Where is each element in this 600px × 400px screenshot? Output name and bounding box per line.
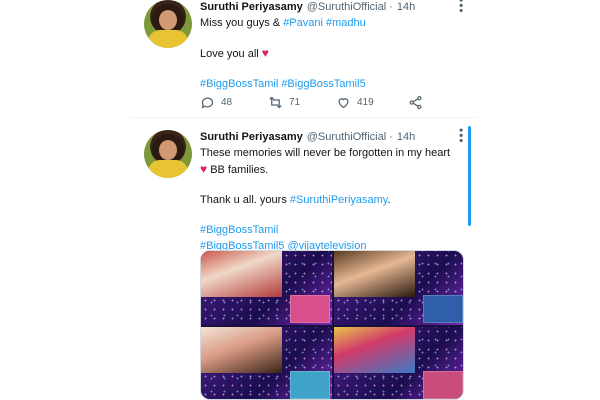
avatar[interactable] [144,0,192,48]
hashtag-link[interactable]: #Pavani [283,17,323,29]
display-name[interactable]: Suruthi Periyasamy [200,0,303,14]
share-button[interactable] [408,95,429,110]
hashtag-link[interactable]: #SuruthiPeriyasamy [290,194,388,206]
user-handle[interactable]: @SuruthiOfficial [307,0,386,14]
more-icon[interactable]: ••• [454,128,468,144]
media-image[interactable] [201,251,332,325]
heart-icon [338,98,349,109]
red-heart-emoji: ♥ [261,46,269,60]
like-count: 419 [357,97,374,108]
tweet-line: . [387,194,391,206]
tweet-text: These memories will never be forgotten i… [200,146,468,253]
hashtag-link[interactable]: #madhu [326,17,366,29]
media-grid[interactable] [200,250,464,400]
media-image[interactable] [334,251,463,325]
display-name[interactable]: Suruthi Periyasamy [200,130,303,144]
retweet-icon [269,96,282,109]
user-handle[interactable]: @SuruthiOfficial [307,130,386,144]
separator: · [389,131,393,143]
scrollbar[interactable] [468,126,471,226]
timestamp[interactable]: 14h [397,130,415,144]
reply-button[interactable]: 48 [200,95,232,110]
more-icon[interactable]: ••• [454,0,468,14]
tweet-line: These memories will never be forgotten i… [200,147,451,159]
retweet-count: 71 [289,97,301,108]
tweet-line: Love you all [200,48,259,60]
separator: · [389,1,393,13]
tweet[interactable]: Suruthi Periyasamy @SuruthiOfficial · 14… [130,0,476,118]
media-image[interactable] [334,327,463,399]
avatar[interactable] [144,130,192,178]
tweet-line: Miss you guys & [200,17,284,29]
red-heart-emoji: ♥ [200,162,208,176]
like-button[interactable]: 419 [336,95,374,110]
timestamp[interactable]: 14h [397,0,415,14]
hashtag-link[interactable]: #BiggBossTamil #BiggBossTamil5 [200,78,366,90]
media-image[interactable] [201,327,332,399]
tweet-header: Suruthi Periyasamy @SuruthiOfficial · 14… [200,0,468,14]
share-icon [409,95,422,110]
retweet-button[interactable]: 71 [268,95,300,110]
tweet-actions: 48 71 419 [200,95,430,111]
tweet-line: BB families. [210,164,269,176]
reply-count: 48 [221,97,233,108]
tweet[interactable]: Suruthi Periyasamy @SuruthiOfficial · 14… [130,124,476,400]
tweet-line: Thank u all. yours [200,194,290,206]
tweet-text: Miss you guys & #Pavani #madhu Love you … [200,16,468,91]
tweet-header: Suruthi Periyasamy @SuruthiOfficial · 14… [200,130,468,144]
hashtag-link[interactable]: #BiggBossTamil [200,224,278,236]
reply-icon [201,97,214,109]
